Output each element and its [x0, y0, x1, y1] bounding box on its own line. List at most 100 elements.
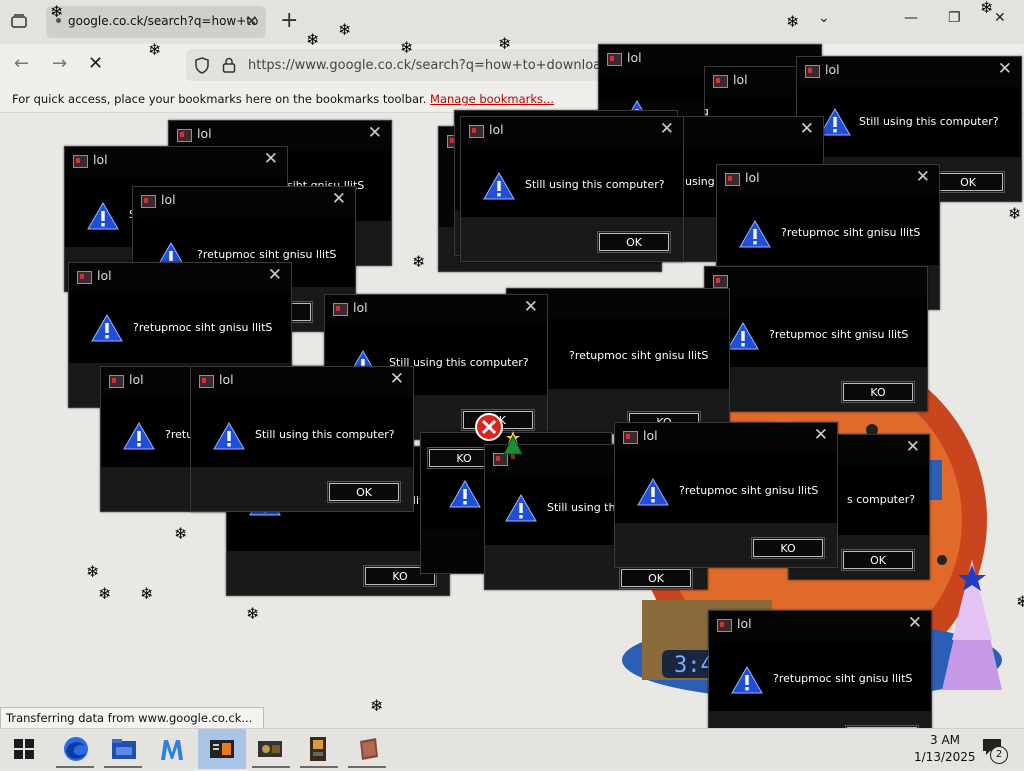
app-icon [713, 75, 728, 88]
app-window-icon[interactable] [208, 735, 236, 763]
tab-google-search[interactable]: google.co.ck/search?q=how+to ✕ [46, 6, 266, 38]
stop-loading-icon[interactable]: ✕ [88, 53, 103, 74]
minimize-button[interactable]: — [904, 10, 918, 26]
lol-dialog[interactable]: lol ✕ Still using this computer? OK [190, 366, 414, 512]
snowflake-icon: ❄ [786, 12, 800, 31]
new-tab-button[interactable]: + [280, 8, 298, 33]
shield-icon[interactable] [194, 57, 210, 74]
snowflake-icon: ❄ [338, 20, 352, 39]
clock-date[interactable]: 1/13/2025 [914, 750, 976, 764]
snowflake-icon: ❄ [400, 38, 414, 57]
dialog-message: ?retupmoc siht gnisu llitS [773, 672, 913, 685]
snowflake-icon: ❄ [1016, 592, 1024, 611]
url-text: https://www.google.co.ck/search?q=how+to… [248, 58, 621, 73]
ok-button[interactable]: OK [841, 549, 915, 571]
warning-icon [91, 313, 123, 342]
dialog-close-icon[interactable]: ✕ [264, 149, 278, 169]
address-bar[interactable]: https://www.google.co.ck/search?q=how+to… [186, 49, 620, 81]
app-icon [725, 173, 740, 186]
status-bar: Transferring data from www.google.co.ck.… [0, 707, 264, 729]
warning-icon [123, 421, 155, 450]
dialog-close-icon[interactable]: ✕ [916, 167, 930, 187]
app-icon [73, 155, 88, 168]
warning-icon [213, 421, 245, 450]
dialog-close-icon[interactable]: ✕ [998, 59, 1012, 79]
firefox-icon[interactable] [62, 735, 90, 763]
dialog-close-icon[interactable]: ✕ [800, 119, 814, 139]
warning-icon [505, 493, 537, 522]
back-icon[interactable]: ← [14, 53, 29, 74]
dialog-title: lol [737, 616, 752, 631]
app-icon [333, 303, 348, 316]
forward-icon[interactable]: → [52, 53, 67, 74]
dialog-close-icon[interactable]: ✕ [908, 613, 922, 633]
ok-button[interactable]: OK [931, 171, 1005, 193]
ok-button[interactable]: OK [619, 567, 693, 589]
dialog-close-icon[interactable]: ✕ [906, 437, 920, 457]
snowflake-icon: ❄ [174, 524, 188, 543]
tab-close-icon[interactable]: ✕ [245, 12, 258, 30]
taskbar: 3 AM 1/13/2025 2 [0, 728, 1024, 769]
app-icon [717, 619, 732, 632]
warning-icon [449, 479, 481, 508]
dialog-close-icon[interactable]: ✕ [368, 123, 382, 143]
dialog-close-icon[interactable]: ✕ [524, 297, 538, 317]
snowflake-icon: ❄ [246, 604, 260, 623]
dialog-title: lol [733, 72, 748, 87]
dialog-message: ?retu [165, 428, 194, 441]
dialog-title: lol [129, 372, 144, 387]
dialog-title: lol [353, 300, 368, 315]
snowflake-icon: ❄ [98, 584, 112, 603]
dialog-message: ?retupmoc siht gnisu llitS [679, 484, 819, 497]
lol-dialog[interactable]: ?retupmoc siht gnisu llitS KO [704, 266, 928, 412]
christmas-tree-cursor-icon [503, 431, 523, 459]
snowflake-icon: ❄ [140, 584, 154, 603]
dialog-title: lol [197, 126, 212, 141]
dialog-message: Still using this computer? [255, 428, 395, 441]
snowflake-icon: ❄ [370, 696, 384, 715]
snowflake-icon: ❄ [980, 0, 994, 17]
tab-list-icon[interactable]: ⌄ [818, 10, 830, 26]
dialog-message: using [685, 175, 715, 188]
dialog-close-icon[interactable]: ✕ [660, 119, 674, 139]
dialog-close-icon[interactable]: ✕ [332, 189, 346, 209]
close-window-button[interactable]: ✕ [994, 10, 1006, 26]
game-app-icon[interactable] [256, 735, 284, 763]
dialog-close-icon[interactable]: ✕ [268, 265, 282, 285]
dialog-message: Still using this computer? [525, 178, 665, 191]
dialog-title: lol [489, 122, 504, 137]
arcade-app-icon[interactable] [304, 735, 332, 763]
dialog-title: lol [161, 192, 176, 207]
lock-icon[interactable] [222, 57, 236, 73]
snowflake-icon: ❄ [1008, 204, 1022, 223]
restore-button[interactable]: ❐ [948, 10, 961, 26]
clock-time[interactable]: 3 AM [930, 733, 960, 747]
manage-bookmarks-link[interactable]: Manage bookmarks... [430, 92, 554, 106]
dialog-close-icon[interactable]: ✕ [390, 369, 404, 389]
tab-overview-icon[interactable] [10, 12, 28, 30]
mcdonalds-icon[interactable] [158, 735, 186, 763]
dialog-title: lol [219, 372, 234, 387]
file-explorer-icon[interactable] [110, 735, 138, 763]
app-icon [77, 271, 92, 284]
snowflake-icon: ❄ [86, 562, 100, 581]
app-icon [109, 375, 124, 388]
app-icon [607, 53, 622, 66]
snowflake-icon: ❄ [306, 30, 320, 49]
ok-button[interactable]: OK [597, 231, 671, 253]
ko-button[interactable]: KO [841, 381, 915, 403]
book-app-icon[interactable] [354, 735, 382, 763]
lol-dialog[interactable]: lol ✕ Still using this computer? OK [460, 116, 684, 262]
dialog-message: Still using thi [547, 501, 619, 514]
app-icon [177, 129, 192, 142]
dialog-close-icon[interactable]: ✕ [814, 425, 828, 445]
app-icon [805, 65, 820, 78]
warning-icon [87, 201, 119, 230]
app-icon [141, 195, 156, 208]
ko-button[interactable]: KO [751, 537, 825, 559]
lol-dialog[interactable]: lol ✕ ?retupmoc siht gnisu llitS KO [614, 422, 838, 568]
dialog-message: ?retupmoc siht gnisu llitS [197, 248, 337, 261]
notification-count: 2 [990, 746, 1008, 764]
ok-button[interactable]: OK [327, 481, 401, 503]
windows-start-icon[interactable] [14, 739, 34, 759]
